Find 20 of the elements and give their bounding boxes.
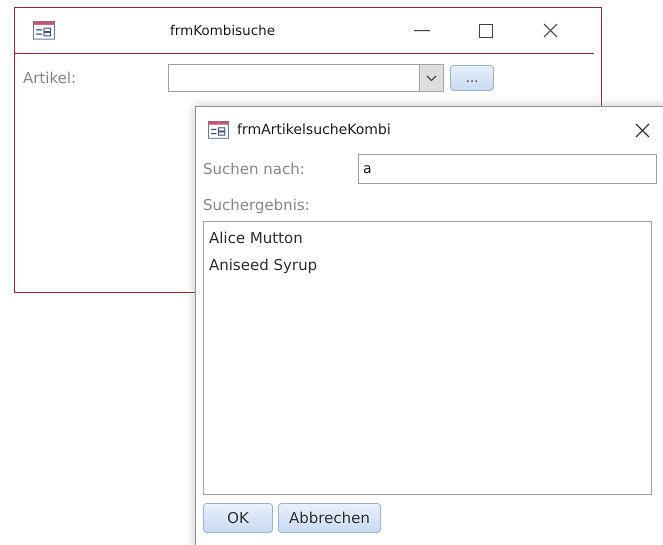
field-label: Artikel:: [23, 69, 76, 87]
close-icon: [634, 122, 650, 138]
dialog-button[interactable]: OK: [203, 503, 273, 533]
search-label: Suchen nach:: [203, 160, 305, 178]
search-field[interactable]: a: [358, 154, 657, 184]
form-icon: [33, 21, 55, 40]
results-label: Suchergebnis:: [203, 196, 310, 214]
close-icon: [542, 23, 558, 38]
result-item[interactable]: Alice Mutton: [209, 225, 646, 252]
form-icon: [208, 121, 229, 139]
minimize-icon: [414, 30, 430, 32]
browse-button[interactable]: ...: [450, 65, 494, 91]
window-title: frmKombisuche: [170, 22, 276, 38]
results-list[interactable]: Alice Mutton Aniseed Syrup: [203, 221, 652, 495]
dropdown-button[interactable]: [419, 65, 444, 91]
maximize-icon: [479, 24, 494, 38]
result-item[interactable]: Aniseed Syrup: [209, 252, 646, 279]
dialog-button[interactable]: Abbrechen: [278, 503, 381, 533]
chevron-down-icon: [426, 74, 438, 82]
dialog-title: frmArtikelsucheKombi: [237, 122, 391, 138]
